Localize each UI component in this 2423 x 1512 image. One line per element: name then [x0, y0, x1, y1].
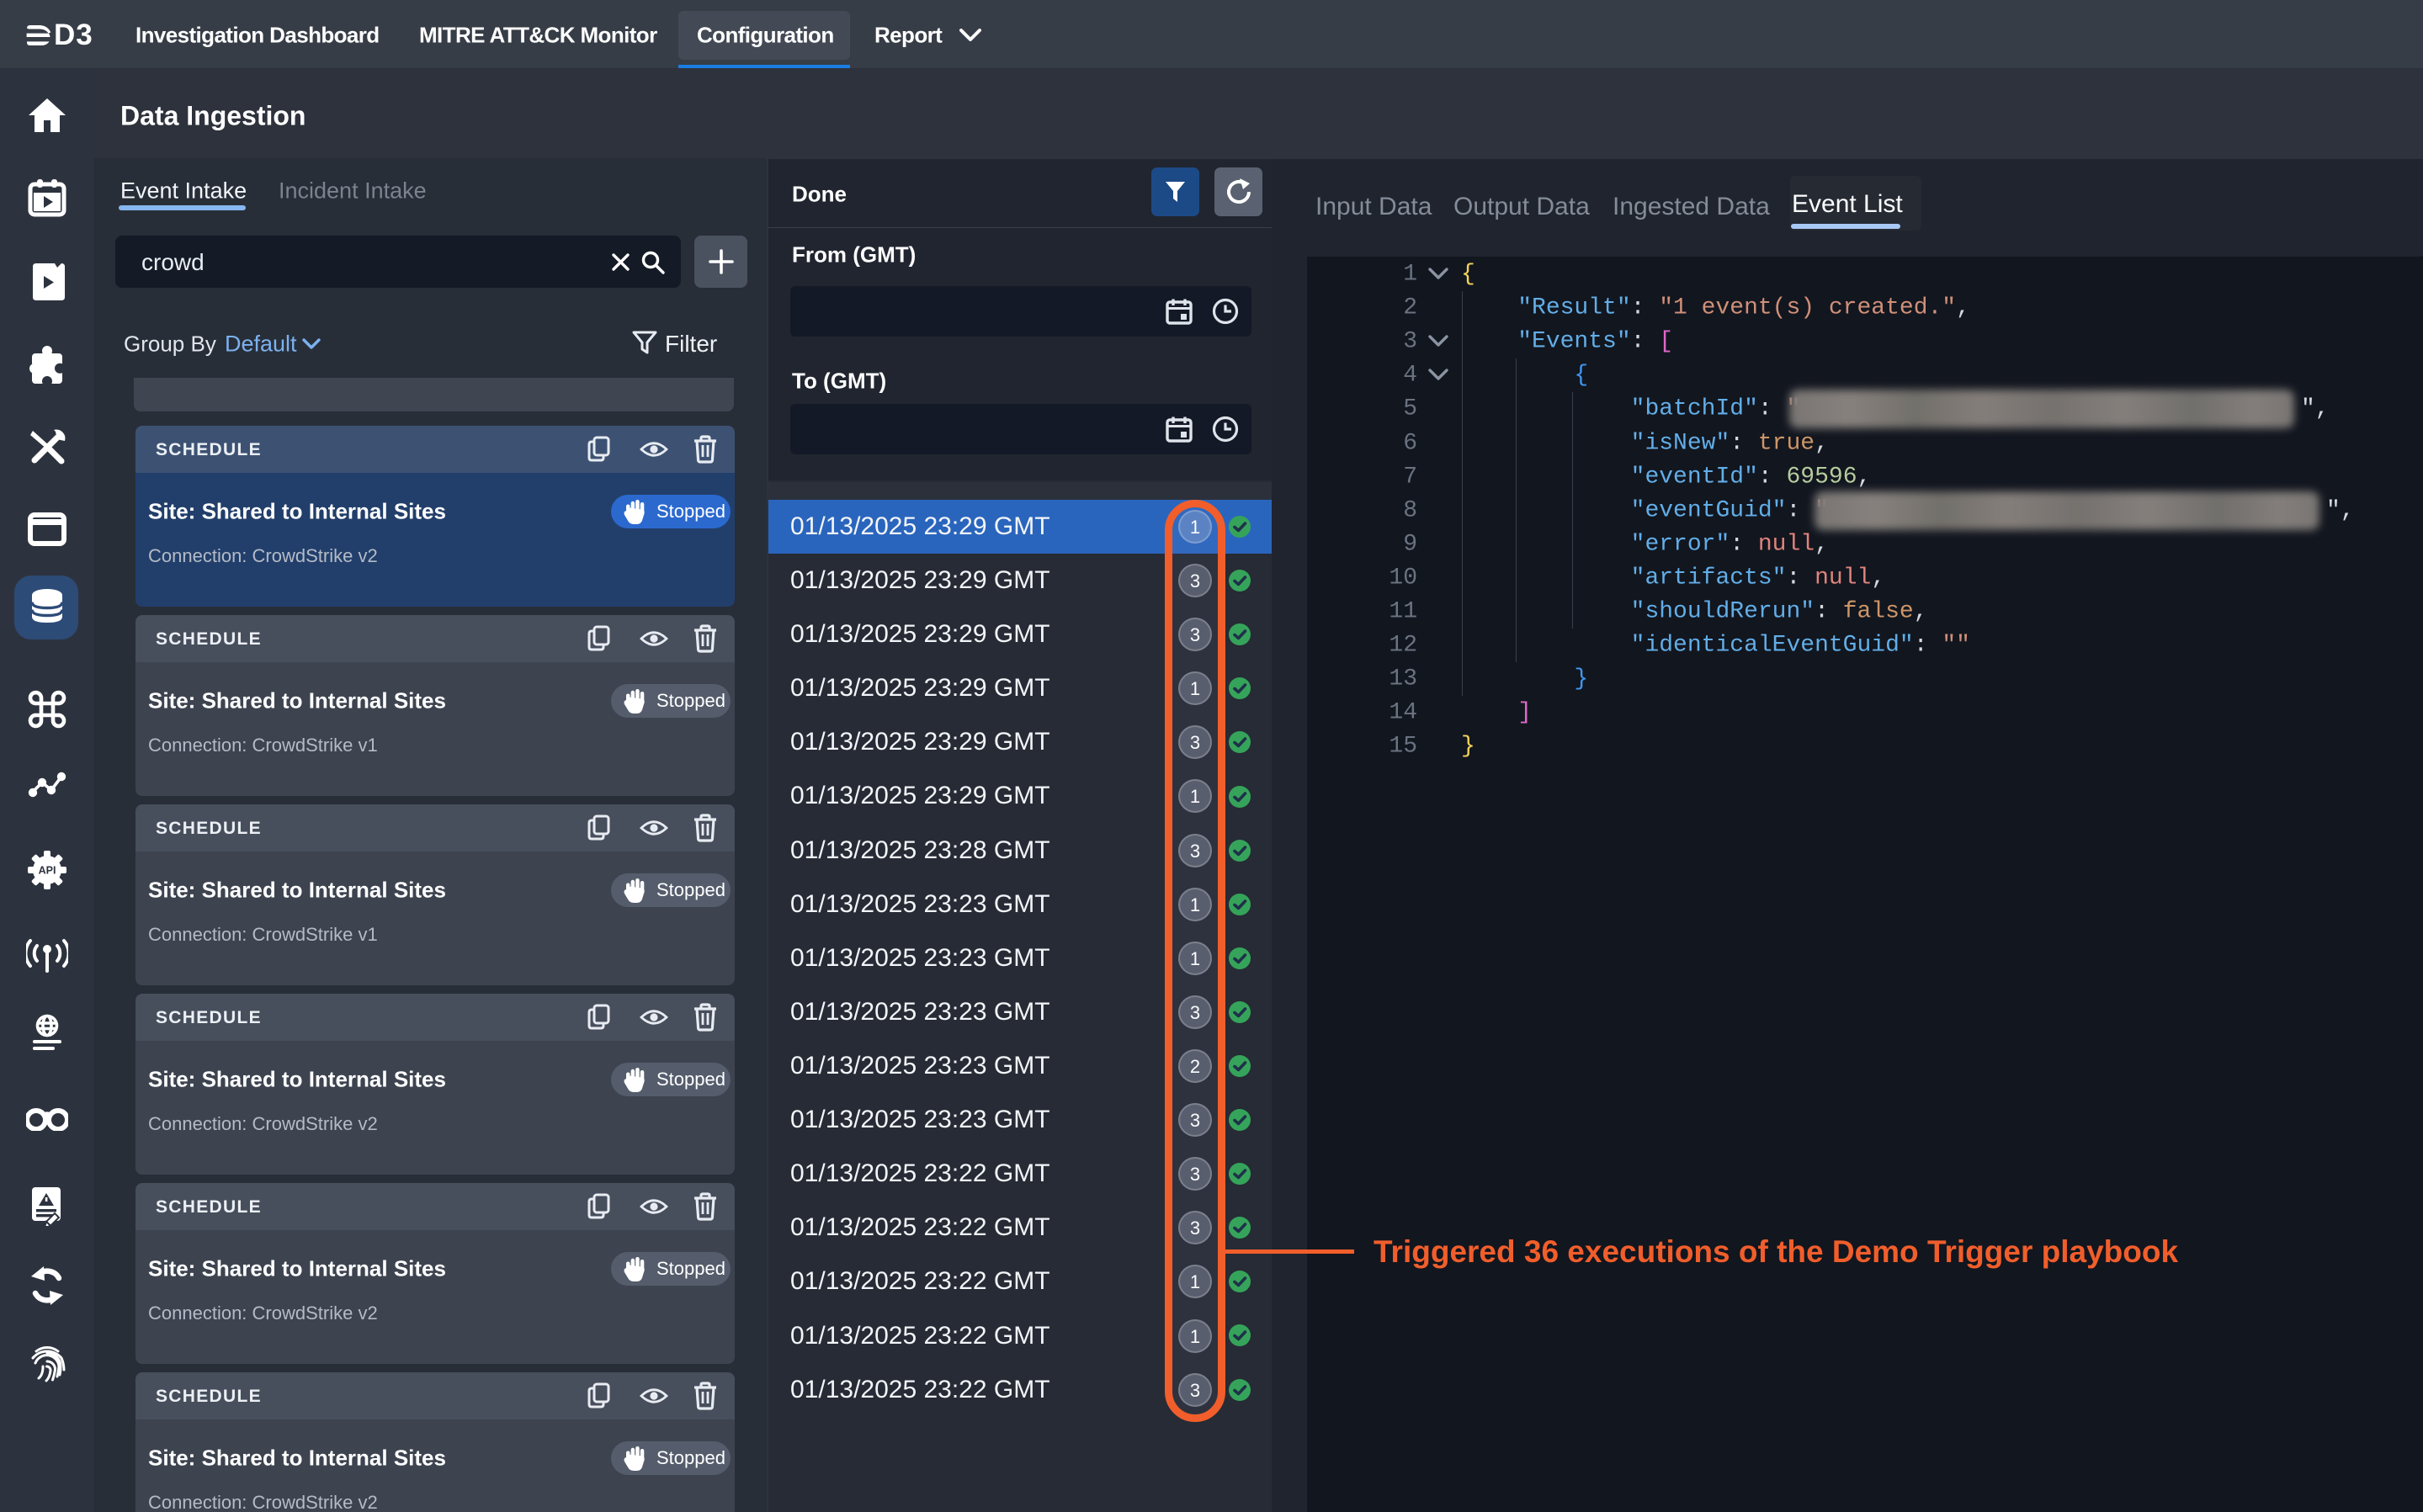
svg-text:API: API	[39, 865, 56, 877]
